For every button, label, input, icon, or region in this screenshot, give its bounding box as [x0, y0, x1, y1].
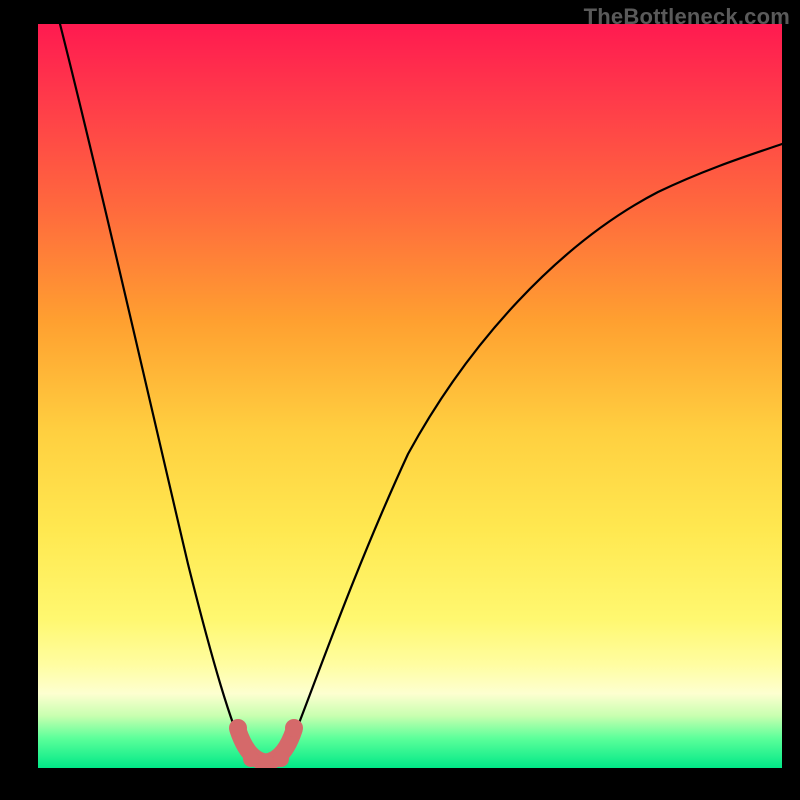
plot-area	[38, 24, 782, 768]
valley-marker-dot-right	[285, 719, 303, 737]
valley-marker-dot-left	[229, 719, 247, 737]
left-branch-curve	[60, 24, 246, 756]
right-branch-curve	[286, 144, 782, 756]
curve-layer	[38, 24, 782, 768]
valley-marker-dot-midleft	[243, 751, 259, 767]
valley-marker-dot-midright	[273, 751, 289, 767]
watermark-text: TheBottleneck.com	[584, 4, 790, 30]
chart-frame: TheBottleneck.com	[0, 0, 800, 800]
